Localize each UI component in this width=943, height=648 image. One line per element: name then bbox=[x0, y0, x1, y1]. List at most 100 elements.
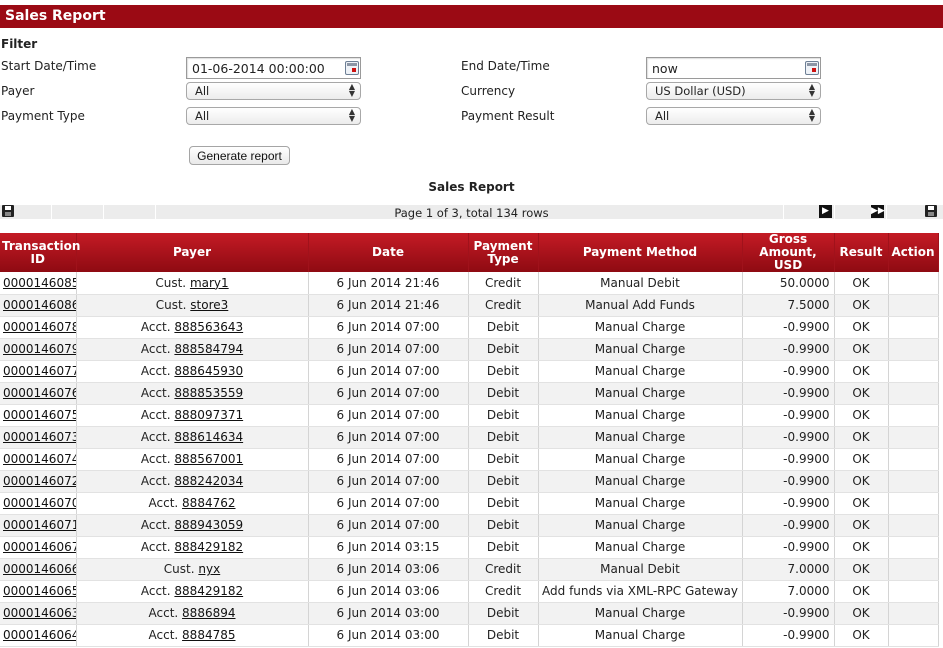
next-page-icon[interactable]: ▶ bbox=[819, 205, 832, 218]
payment-type-label: Payment Type bbox=[1, 109, 85, 123]
date-cell: 6 Jun 2014 07:00 bbox=[308, 382, 469, 405]
transaction-id-link[interactable]: 0000146086 bbox=[3, 298, 75, 312]
gross-amount-cell: 7.5000 bbox=[742, 294, 835, 317]
payment-method-cell: Manual Charge bbox=[538, 448, 743, 471]
result-cell: OK bbox=[834, 602, 889, 625]
payer-link[interactable]: store3 bbox=[190, 298, 228, 312]
payer-link[interactable]: nyx bbox=[198, 562, 220, 576]
result-cell: OK bbox=[834, 316, 889, 339]
payer-link[interactable]: 888242034 bbox=[174, 474, 243, 488]
column-header-action: Action bbox=[888, 233, 939, 272]
gross-amount-cell: 7.0000 bbox=[742, 580, 835, 603]
action-cell bbox=[888, 382, 939, 405]
column-header-date[interactable]: Date bbox=[308, 233, 469, 272]
payer-link[interactable]: 888429182 bbox=[174, 540, 243, 554]
transaction-id-link[interactable]: 0000146066 bbox=[3, 562, 75, 576]
payer-link[interactable]: mary1 bbox=[190, 276, 229, 290]
column-header-payment-type[interactable]: Payment Type bbox=[468, 233, 539, 272]
save-icon[interactable] bbox=[925, 205, 937, 217]
payment-method-cell: Manual Add Funds bbox=[538, 294, 743, 317]
table-row: 0000146063 Acct. 8886894 6 Jun 2014 03:00 D… bbox=[0, 602, 939, 625]
column-header-payment-method[interactable]: Payment Method bbox=[538, 233, 743, 272]
payer-select[interactable]: All ▲ ▼ bbox=[186, 82, 361, 100]
transaction-id-cell: 0000146065 bbox=[0, 580, 77, 603]
transaction-id-link[interactable]: 0000146070 bbox=[3, 496, 75, 510]
payer-link[interactable]: 888429182 bbox=[174, 584, 243, 598]
payment-type-cell: Credit bbox=[468, 294, 539, 317]
payer-link[interactable]: 8884762 bbox=[182, 496, 235, 510]
table-row: 0000146073 Acct. 888614634 6 Jun 2014 07:0… bbox=[0, 426, 939, 449]
column-header-gross-amount[interactable]: Gross Amount, USD bbox=[742, 233, 835, 272]
payment-result-select-value: All bbox=[655, 109, 670, 123]
result-cell: OK bbox=[834, 272, 889, 295]
table-row: 0000146076 Acct. 888853559 6 Jun 2014 07:0… bbox=[0, 382, 939, 405]
payer-prefix: Acct. bbox=[140, 518, 171, 532]
payer-cell: Acct. 8886894 bbox=[76, 602, 309, 625]
payment-type-select[interactable]: All ▲ ▼ bbox=[186, 107, 361, 125]
calendar-icon[interactable] bbox=[345, 61, 359, 75]
payment-result-label: Payment Result bbox=[461, 109, 555, 123]
transaction-id-link[interactable]: 0000146072 bbox=[3, 474, 75, 488]
table-row: 0000146067 Acct. 888429182 6 Jun 2014 03:1… bbox=[0, 536, 939, 559]
column-header-payer[interactable]: Payer bbox=[76, 233, 309, 272]
payment-method-cell: Manual Charge bbox=[538, 338, 743, 361]
payer-link[interactable]: 888097371 bbox=[174, 408, 243, 422]
date-cell: 6 Jun 2014 03:06 bbox=[308, 580, 469, 603]
payer-prefix: Acct. bbox=[148, 606, 179, 620]
transaction-id-link[interactable]: 0000146078 bbox=[3, 320, 75, 334]
payment-type-cell: Debit bbox=[468, 426, 539, 449]
transaction-id-link[interactable]: 0000146065 bbox=[3, 584, 75, 598]
calendar-icon[interactable] bbox=[805, 61, 819, 75]
transaction-id-cell: 0000146067 bbox=[0, 536, 77, 559]
currency-select[interactable]: US Dollar (USD) ▲ ▼ bbox=[646, 82, 821, 100]
action-cell bbox=[888, 580, 939, 603]
transaction-id-link[interactable]: 0000146073 bbox=[3, 430, 75, 444]
payer-link[interactable]: 8886894 bbox=[182, 606, 235, 620]
save-icon[interactable] bbox=[2, 205, 14, 217]
transaction-id-link[interactable]: 0000146076 bbox=[3, 386, 75, 400]
payer-link[interactable]: 888943059 bbox=[174, 518, 243, 532]
transaction-id-link[interactable]: 0000146074 bbox=[3, 452, 75, 466]
payment-type-select-value: All bbox=[195, 109, 210, 123]
transaction-id-link[interactable]: 0000146063 bbox=[3, 606, 75, 620]
action-cell bbox=[888, 426, 939, 449]
payer-link[interactable]: 888584794 bbox=[174, 342, 243, 356]
payer-link[interactable]: 888563643 bbox=[174, 320, 243, 334]
transaction-id-link[interactable]: 0000146077 bbox=[3, 364, 75, 378]
column-header-transaction-id[interactable]: Transaction ID bbox=[0, 233, 80, 272]
transaction-id-link[interactable]: 0000146085 bbox=[3, 276, 75, 290]
start-date-field[interactable]: 01-06-2014 00:00:00 bbox=[186, 57, 361, 79]
action-cell bbox=[888, 514, 939, 537]
transaction-id-link[interactable]: 0000146064 bbox=[3, 628, 75, 642]
payment-result-select[interactable]: All ▲ ▼ bbox=[646, 107, 821, 125]
generate-report-button[interactable]: Generate report bbox=[189, 146, 290, 165]
last-page-icon[interactable]: ▶▶ bbox=[871, 205, 885, 218]
payment-type-cell: Debit bbox=[468, 316, 539, 339]
payer-cell: Acct. 888429182 bbox=[76, 536, 309, 559]
action-cell bbox=[888, 294, 939, 317]
payer-link[interactable]: 888567001 bbox=[174, 452, 243, 466]
column-header-result[interactable]: Result bbox=[834, 233, 889, 272]
transaction-id-link[interactable]: 0000146071 bbox=[3, 518, 75, 532]
action-cell bbox=[888, 272, 939, 295]
payment-method-cell: Manual Charge bbox=[538, 470, 743, 493]
payer-link[interactable]: 8884785 bbox=[182, 628, 235, 642]
payer-prefix: Acct. bbox=[140, 342, 171, 356]
transaction-id-cell: 0000146070 bbox=[0, 492, 77, 515]
sales-table: Transaction ID Payer Date Payment Type P… bbox=[0, 233, 939, 647]
transaction-id-cell: 0000146075 bbox=[0, 404, 77, 427]
transaction-id-link[interactable]: 0000146075 bbox=[3, 408, 75, 422]
payer-link[interactable]: 888645930 bbox=[174, 364, 243, 378]
end-date-field[interactable]: now bbox=[646, 57, 821, 79]
transaction-id-link[interactable]: 0000146067 bbox=[3, 540, 75, 554]
table-row: 0000146065 Acct. 888429182 6 Jun 2014 03:0… bbox=[0, 580, 939, 603]
payer-prefix: Acct. bbox=[140, 320, 171, 334]
payment-type-cell: Debit bbox=[468, 360, 539, 383]
payer-link[interactable]: 888853559 bbox=[174, 386, 243, 400]
table-row: 0000146077 Acct. 888645930 6 Jun 2014 07:0… bbox=[0, 360, 939, 383]
date-cell: 6 Jun 2014 07:00 bbox=[308, 426, 469, 449]
transaction-id-link[interactable]: 0000146079 bbox=[3, 342, 75, 356]
payer-link[interactable]: 888614634 bbox=[174, 430, 243, 444]
date-cell: 6 Jun 2014 07:00 bbox=[308, 404, 469, 427]
payment-method-cell: Manual Charge bbox=[538, 514, 743, 537]
